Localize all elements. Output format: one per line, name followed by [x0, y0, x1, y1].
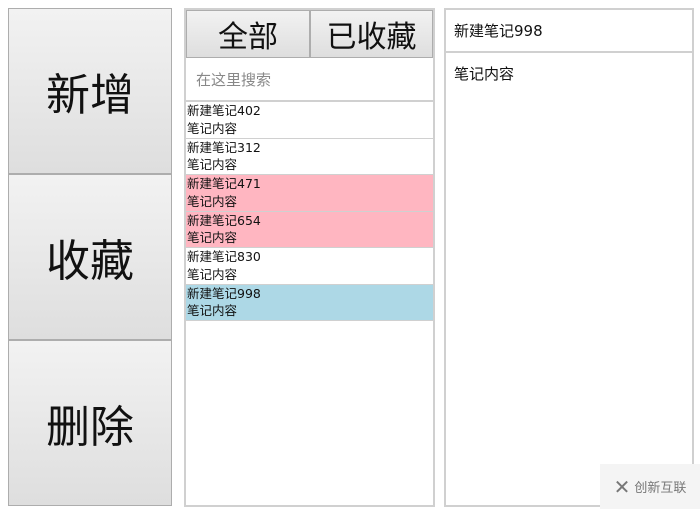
- search-input[interactable]: 在这里搜索: [186, 58, 433, 102]
- add-button[interactable]: 新增: [8, 8, 172, 174]
- note-item-title: 新建笔记471: [187, 176, 261, 191]
- note-item-title: 新建笔记830: [187, 249, 261, 264]
- watermark-text: 创新互联: [634, 481, 687, 496]
- note-item-title: 新建笔记312: [187, 139, 261, 155]
- note-item-content: 笔记内容: [187, 120, 238, 136]
- note-item-title: 新建笔记402: [187, 103, 261, 118]
- note-list-panel: 全部 已收藏 在这里搜索 新建笔记402 笔记内容 新建笔记312 笔记内容 新建笔记4…: [184, 8, 435, 507]
- note-list-item[interactable]: 新建笔记402 笔记内容: [186, 102, 433, 139]
- tab-all[interactable]: 全部: [186, 10, 310, 58]
- note-item-title: 新建笔记654: [187, 212, 261, 228]
- note-item-content: 笔记内容: [187, 230, 238, 245]
- note-list-item[interactable]: 新建笔记312 笔记内容: [186, 138, 433, 175]
- note-item-title: 新建笔记998: [187, 285, 261, 301]
- note-item-content: 笔记内容: [187, 266, 238, 282]
- note-list-item[interactable]: 新建笔记830 笔记内容: [186, 248, 433, 285]
- delete-button[interactable]: 删除: [8, 340, 172, 506]
- note-title-input[interactable]: 新建笔记998: [446, 10, 692, 53]
- note-list-item[interactable]: 新建笔记654 笔记内容: [186, 211, 433, 248]
- note-item-content: 笔记内容: [187, 303, 238, 318]
- editor-panel: 新建笔记998 笔记内容: [444, 8, 694, 507]
- tab-favorited[interactable]: 已收藏: [310, 10, 433, 58]
- note-list-item[interactable]: 新建笔记998 笔记内容: [186, 284, 433, 321]
- note-item-content: 笔记内容: [187, 157, 238, 172]
- note-list: 新建笔记402 笔记内容 新建笔记312 笔记内容 新建笔记471 笔记内容 新建笔记654…: [186, 102, 433, 321]
- note-item-content: 笔记内容: [187, 193, 238, 209]
- favorite-button[interactable]: 收藏: [8, 174, 172, 340]
- watermark-logo: ✕ 创新互联: [600, 464, 700, 509]
- note-list-item[interactable]: 新建笔记471 笔记内容: [186, 175, 433, 212]
- logo-icon: ✕: [613, 474, 631, 499]
- note-content-input[interactable]: 笔记内容: [446, 53, 692, 94]
